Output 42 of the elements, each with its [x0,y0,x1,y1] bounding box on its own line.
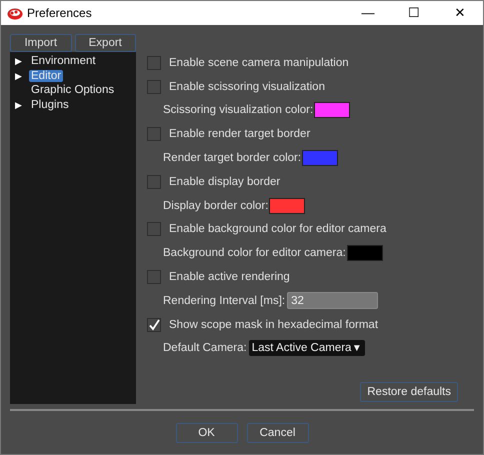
setting-label: Render target border color: [163,152,302,164]
camera-dropdown[interactable]: Last Active Camera▼ [248,340,365,356]
sidebar-button[interactable]: Import [10,34,72,52]
maximize-button[interactable]: ☐ [391,1,437,25]
checkbox-label: Enable background color for editor camera [169,223,386,236]
checkbox[interactable] [147,56,161,70]
checkbox-label: Enable scissoring visualization [169,80,325,93]
minimize-button[interactable]: — [345,1,391,25]
checkbox-label: Enable scene camera manipulation [169,56,349,69]
color-swatch[interactable] [269,198,306,214]
tree-item[interactable]: Editor [29,70,64,82]
checkbox[interactable] [147,318,161,332]
tree-item[interactable]: Plugins [29,98,71,111]
expand-toggle[interactable]: ▶ [15,70,25,81]
color-swatch[interactable] [314,102,350,118]
close-button[interactable]: ✕ [437,1,483,25]
tree-item[interactable]: Environment [29,55,98,68]
setting-label: Rendering Interval [ms]: [163,294,286,307]
app-logo-icon [7,6,23,20]
setting-label: Default Camera: [163,342,247,354]
setting-label: Scissoring visualization color: [163,104,314,116]
setting-label: Display border color: [163,200,268,212]
checkbox-label: Show scope mask in hexadecimal format [169,318,378,331]
tree-item[interactable]: Graphic Options [29,84,116,96]
dialog-button[interactable]: OK [176,423,238,443]
checkbox-label: Enable display border [169,176,280,188]
checkbox[interactable] [147,270,161,284]
color-swatch[interactable] [346,245,383,262]
restore-defaults-button[interactable]: Restore defaults [360,382,458,402]
checkbox-label: Enable active rendering [169,271,290,284]
setting-label: Background color for editor camera: [163,247,346,260]
expand-toggle[interactable]: ▶ [15,100,25,110]
checkbox[interactable] [147,127,161,142]
checkbox[interactable] [147,222,161,236]
color-swatch[interactable] [302,150,338,166]
expand-toggle[interactable]: ▶ [15,56,25,66]
sidebar-button[interactable]: Export [74,34,136,52]
checkbox[interactable] [147,174,161,189]
window-title: Preferences [27,6,93,20]
dialog-button[interactable]: Cancel [246,423,308,443]
checkbox-label: Enable render target border [169,128,310,140]
checkbox[interactable] [147,80,161,94]
